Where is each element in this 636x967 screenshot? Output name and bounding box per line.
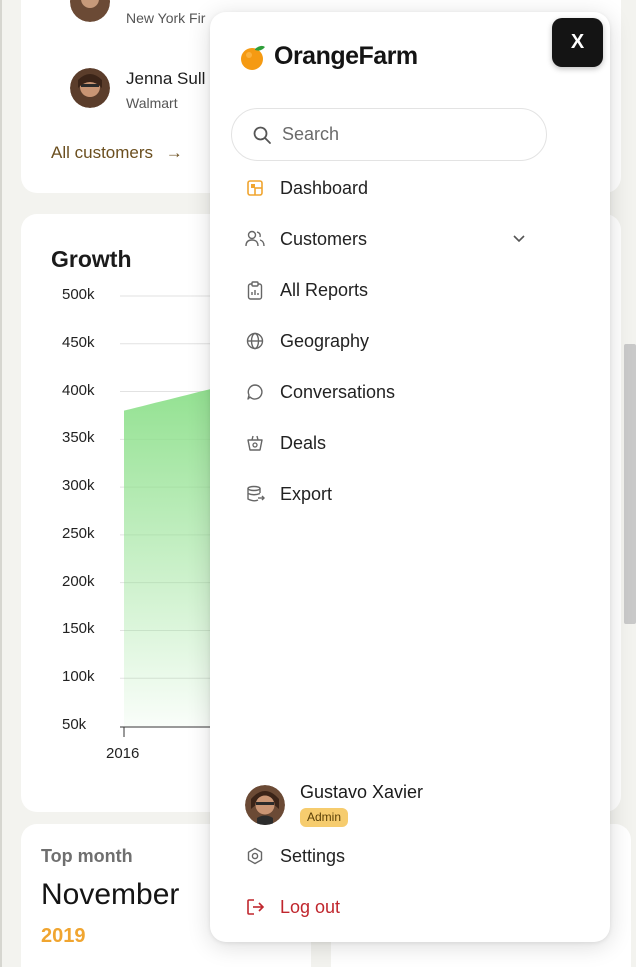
- database-export-icon: [244, 483, 266, 505]
- nav-item-customers[interactable]: Customers: [244, 222, 534, 256]
- logout-icon: [244, 896, 266, 918]
- nav-item-conversations[interactable]: Conversations: [244, 375, 534, 409]
- clipboard-icon: [244, 279, 266, 301]
- y-tick-label: 350k: [62, 429, 95, 447]
- nav-label: Log out: [280, 896, 341, 917]
- chevron-down-icon[interactable]: [511, 230, 527, 246]
- nav-label: Settings: [280, 845, 346, 866]
- nav-label: Conversations: [280, 381, 396, 402]
- nav-item-geography[interactable]: Geography: [244, 324, 534, 358]
- y-tick-label: 450k: [62, 333, 95, 351]
- y-tick-label: 50k: [62, 716, 87, 733]
- search-input[interactable]: [282, 124, 522, 145]
- nav-item-all-reports[interactable]: All Reports: [244, 273, 534, 307]
- nav-label: Geography: [280, 330, 370, 351]
- search-icon: [253, 126, 271, 144]
- brand-name: OrangeFarm: [274, 42, 418, 70]
- users-icon: [244, 228, 266, 250]
- nav-item-logout[interactable]: Log out: [244, 890, 534, 924]
- basket-icon: [244, 432, 266, 454]
- top-month-year: 2019: [41, 925, 86, 947]
- nav-label: Export: [280, 483, 333, 504]
- close-menu-button[interactable]: X: [552, 18, 603, 67]
- y-tick-label: 400k: [62, 381, 95, 399]
- growth-area-series: [124, 388, 212, 726]
- nav-item-export[interactable]: Export: [244, 477, 534, 511]
- search-box[interactable]: [231, 108, 547, 161]
- orange-logo-icon: [241, 45, 265, 70]
- user-avatar[interactable]: [245, 785, 285, 825]
- page-scrollbar[interactable]: [624, 344, 636, 624]
- top-month-value: November: [41, 878, 180, 911]
- role-badge: Admin: [300, 808, 349, 827]
- chat-icon: [244, 381, 266, 403]
- user-name: Gustavo Xavier: [300, 782, 424, 802]
- nav-label: Dashboard: [280, 177, 369, 198]
- x-tick-label: 2016: [106, 745, 140, 762]
- y-tick-label: 300k: [62, 477, 95, 495]
- nav-label: All Reports: [280, 279, 369, 300]
- dashboard-icon: [244, 177, 266, 199]
- settings-icon: [244, 845, 266, 867]
- y-tick-label: 250k: [62, 524, 95, 542]
- nav-label: Deals: [280, 432, 327, 453]
- y-tick-label: 200k: [62, 572, 95, 590]
- nav-item-dashboard[interactable]: Dashboard: [244, 171, 534, 205]
- nav-item-settings[interactable]: Settings: [244, 839, 534, 873]
- nav-item-deals[interactable]: Deals: [244, 426, 534, 460]
- y-tick-label: 500k: [62, 286, 95, 303]
- brand[interactable]: OrangeFarm: [239, 42, 418, 71]
- nav-label: Customers: [280, 228, 368, 249]
- y-tick-label: 100k: [62, 668, 95, 686]
- globe-icon: [244, 330, 266, 352]
- y-tick-label: 150k: [62, 620, 95, 638]
- top-month-label: Top month: [41, 846, 133, 866]
